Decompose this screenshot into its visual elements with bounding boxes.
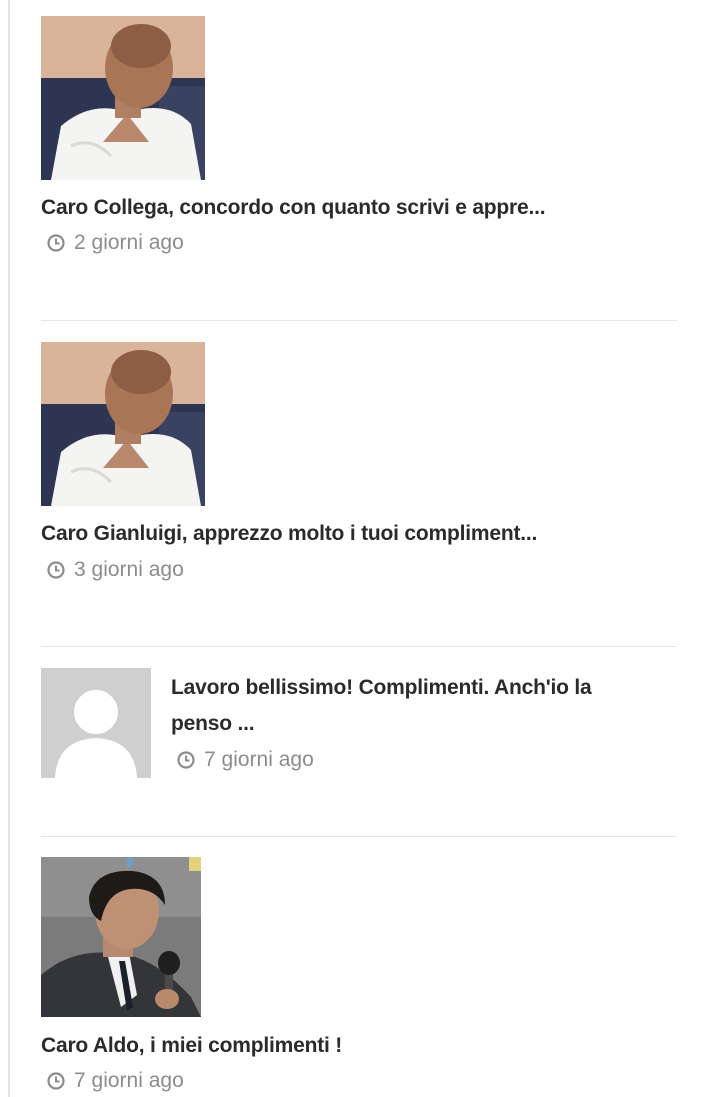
divider [41,646,677,647]
comment-item: Lavoro bellissimo! Complimenti. Anch'io … [41,668,677,808]
divider [41,836,677,837]
comment-text[interactable]: Caro Aldo, i miei complimenti ! [41,1028,342,1064]
comment-timestamp: 3 giorni ago [46,556,184,584]
timestamp-label: 2 giorni ago [74,231,184,254]
timestamp-label: 3 giorni ago [74,558,184,581]
comment-text-line-2[interactable]: penso ... [171,706,255,742]
comment-item: Caro Gianluigi, apprezzo molto i tuoi co… [41,342,677,602]
avatar[interactable] [41,16,205,180]
divider [41,320,677,321]
comment-text-line-1[interactable]: Lavoro bellissimo! Complimenti. Anch'io … [171,670,592,706]
comment-item: Caro Aldo, i miei complimenti ! 7 giorni… [41,857,677,1097]
timestamp-label: 7 giorni ago [74,1069,184,1092]
comment-item: Caro Collega, concordo con quanto scrivi… [41,16,677,276]
comment-timestamp: 7 giorni ago [176,746,314,774]
clock-icon [47,234,65,252]
comment-timestamp: 2 giorni ago [46,229,184,257]
user-photo-icon [41,857,201,1017]
comment-text[interactable]: Caro Gianluigi, apprezzo molto i tuoi co… [41,516,537,552]
avatar[interactable] [41,857,201,1017]
comment-text[interactable]: Caro Collega, concordo con quanto scrivi… [41,190,546,226]
clock-icon [177,751,195,769]
avatar[interactable] [41,668,151,778]
default-avatar-icon [41,668,151,778]
user-photo-icon [41,16,205,180]
avatar[interactable] [41,342,205,506]
clock-icon [47,1072,65,1090]
timestamp-label: 7 giorni ago [204,748,314,771]
left-border [8,0,10,1097]
comment-timestamp: 7 giorni ago [46,1067,184,1095]
clock-icon [47,561,65,579]
user-photo-icon [41,342,205,506]
